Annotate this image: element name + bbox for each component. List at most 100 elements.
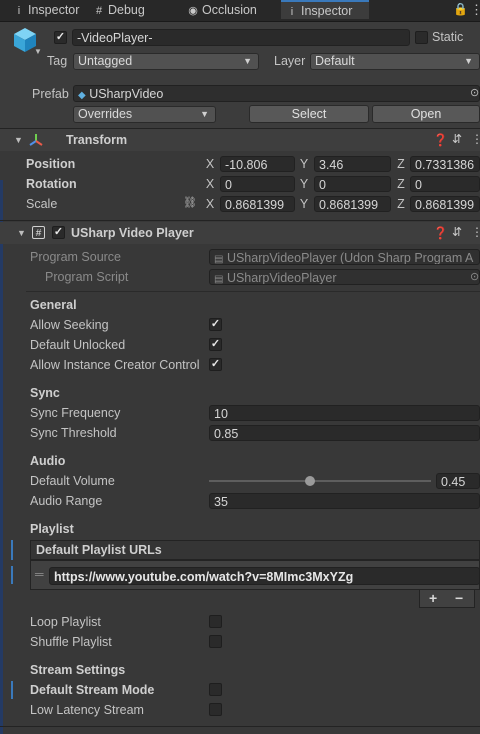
layer-label: Layer [274, 54, 306, 68]
override-marker [11, 681, 13, 699]
list-footer [419, 590, 475, 608]
position-label: Position [26, 157, 76, 171]
shuffle-playlist-checkbox[interactable] [209, 635, 222, 648]
rotation-label: Rotation [26, 177, 77, 191]
prefab-value: USharpVideo [89, 87, 164, 101]
axis-y-label: Y [299, 177, 309, 191]
position-z-input[interactable]: 0.7331386 [410, 156, 480, 172]
drag-handle-icon[interactable]: ═ [35, 567, 44, 581]
allow-instance-creator-checkbox[interactable]: ✓ [209, 358, 222, 371]
tab-label: Occlusion [202, 3, 257, 17]
occlusion-icon: ◉ [188, 5, 198, 17]
remove-item-button[interactable]: − [455, 590, 463, 606]
tag-dropdown[interactable]: Untagged ▼ [73, 53, 259, 70]
scene-edge [0, 180, 3, 734]
position-x-input[interactable]: -10.806 [220, 156, 295, 172]
component-enabled-checkbox[interactable]: ✓ [52, 226, 65, 239]
playlist-urls-label: Default Playlist URLs [36, 543, 162, 557]
fold-arrow-icon[interactable]: ▼ [14, 135, 23, 145]
override-marker [11, 540, 13, 560]
default-volume-slider-track[interactable] [209, 480, 431, 482]
chevron-down-icon: ▼ [200, 109, 209, 119]
default-unlocked-label: Default Unlocked [30, 338, 126, 352]
audio-range-input[interactable]: 35 [209, 493, 480, 509]
axis-z-label: Z [397, 197, 405, 211]
layer-value: Default [315, 54, 355, 68]
axis-z-label: Z [397, 177, 405, 191]
tab-occlusion[interactable]: ◉ Occlusion [188, 0, 257, 21]
sync-frequency-input[interactable]: 10 [209, 405, 480, 421]
program-source-value: USharpVideoPlayer (Udon Sharp Program A [226, 251, 474, 265]
fold-arrow-icon[interactable]: ▼ [17, 228, 26, 238]
program-script-value: USharpVideoPlayer [226, 271, 337, 285]
preset-icon[interactable]: ⇵ [452, 132, 462, 146]
audio-heading: Audio [30, 454, 66, 468]
default-stream-mode-checkbox[interactable] [209, 683, 222, 696]
axis-z-label: Z [397, 157, 405, 171]
allow-seeking-label: Allow Seeking [30, 318, 109, 332]
object-picker-icon[interactable]: ⊙ [470, 86, 479, 99]
override-marker [11, 566, 13, 584]
transform-icon [29, 134, 43, 146]
layer-dropdown[interactable]: Default ▼ [310, 53, 480, 70]
rotation-x-input[interactable]: 0 [220, 176, 295, 192]
icon-dropdown-caret[interactable]: ▼ [34, 47, 42, 56]
more-menu-icon[interactable]: ⋮ [470, 2, 480, 18]
static-label: Static [432, 30, 464, 44]
tag-label: Tag [47, 54, 68, 68]
scale-z-input[interactable]: 0.8681399 [410, 196, 480, 212]
help-icon[interactable]: ❓ [433, 226, 448, 240]
object-name-input[interactable]: -VideoPlayer- [72, 29, 410, 46]
chevron-down-icon: ▼ [464, 56, 473, 66]
script-icon: # [32, 226, 45, 239]
playlist-url-input[interactable]: https://www.youtube.com/watch?v=8MImc3Mx… [49, 567, 480, 585]
lock-icon[interactable]: 🔒 [453, 2, 468, 16]
default-volume-slider-handle[interactable] [305, 476, 315, 486]
prefab-label: Prefab [32, 87, 69, 101]
shuffle-playlist-label: Shuffle Playlist [30, 635, 112, 649]
sync-heading: Sync [30, 386, 60, 400]
scale-x-input[interactable]: 0.8681399 [220, 196, 295, 212]
scale-y-input[interactable]: 0.8681399 [314, 196, 391, 212]
tab-label: Inspector [301, 4, 353, 18]
loop-playlist-checkbox[interactable] [209, 615, 222, 628]
sync-threshold-input[interactable]: 0.85 [209, 425, 480, 441]
script-file-icon: ▤ [214, 274, 224, 285]
axis-x-label: X [205, 157, 215, 171]
tab-inspector-1[interactable]: i Inspector [14, 0, 80, 21]
tab-debug[interactable]: # Debug [94, 0, 145, 21]
default-volume-label: Default Volume [30, 474, 115, 488]
overrides-dropdown[interactable]: Overrides ▼ [73, 106, 216, 123]
low-latency-checkbox[interactable] [209, 703, 222, 716]
help-icon[interactable]: ❓ [433, 133, 448, 147]
program-source-label: Program Source [30, 250, 122, 264]
default-stream-mode-label: Default Stream Mode [30, 683, 155, 697]
sync-frequency-label: Sync Frequency [30, 406, 121, 420]
context-menu-icon[interactable]: ⋮ [471, 132, 480, 146]
overrides-label: Overrides [78, 107, 133, 121]
prefab-open-button[interactable]: Open [372, 105, 480, 123]
rotation-y-input[interactable]: 0 [314, 176, 391, 192]
default-volume-input[interactable]: 0.45 [436, 473, 480, 489]
position-y-input[interactable]: 3.46 [314, 156, 391, 172]
add-item-button[interactable]: + [429, 590, 437, 606]
default-unlocked-checkbox[interactable]: ✓ [209, 338, 222, 351]
chevron-down-icon: ▼ [243, 56, 252, 66]
program-script-label: Program Script [45, 270, 129, 284]
context-menu-icon[interactable]: ⋮ [471, 225, 480, 239]
preset-icon[interactable]: ⇵ [452, 225, 462, 239]
info-icon: i [290, 6, 294, 18]
prefab-field[interactable]: ◆ USharpVideo [73, 85, 480, 102]
active-checkbox[interactable]: ✓ [54, 31, 67, 44]
divider [0, 220, 480, 221]
prefab-select-button[interactable]: Select [249, 105, 369, 123]
static-checkbox[interactable] [415, 31, 428, 44]
allow-seeking-checkbox[interactable]: ✓ [209, 318, 222, 331]
tab-inspector-2[interactable]: i Inspector [281, 0, 369, 19]
low-latency-label: Low Latency Stream [30, 703, 144, 717]
asset-icon: ▤ [214, 254, 224, 265]
sync-threshold-label: Sync Threshold [30, 426, 117, 440]
constrain-proportions-icon[interactable]: ⛓ [183, 196, 197, 209]
rotation-z-input[interactable]: 0 [410, 176, 480, 192]
program-source-field: ▤ USharpVideoPlayer (Udon Sharp Program … [209, 249, 480, 265]
